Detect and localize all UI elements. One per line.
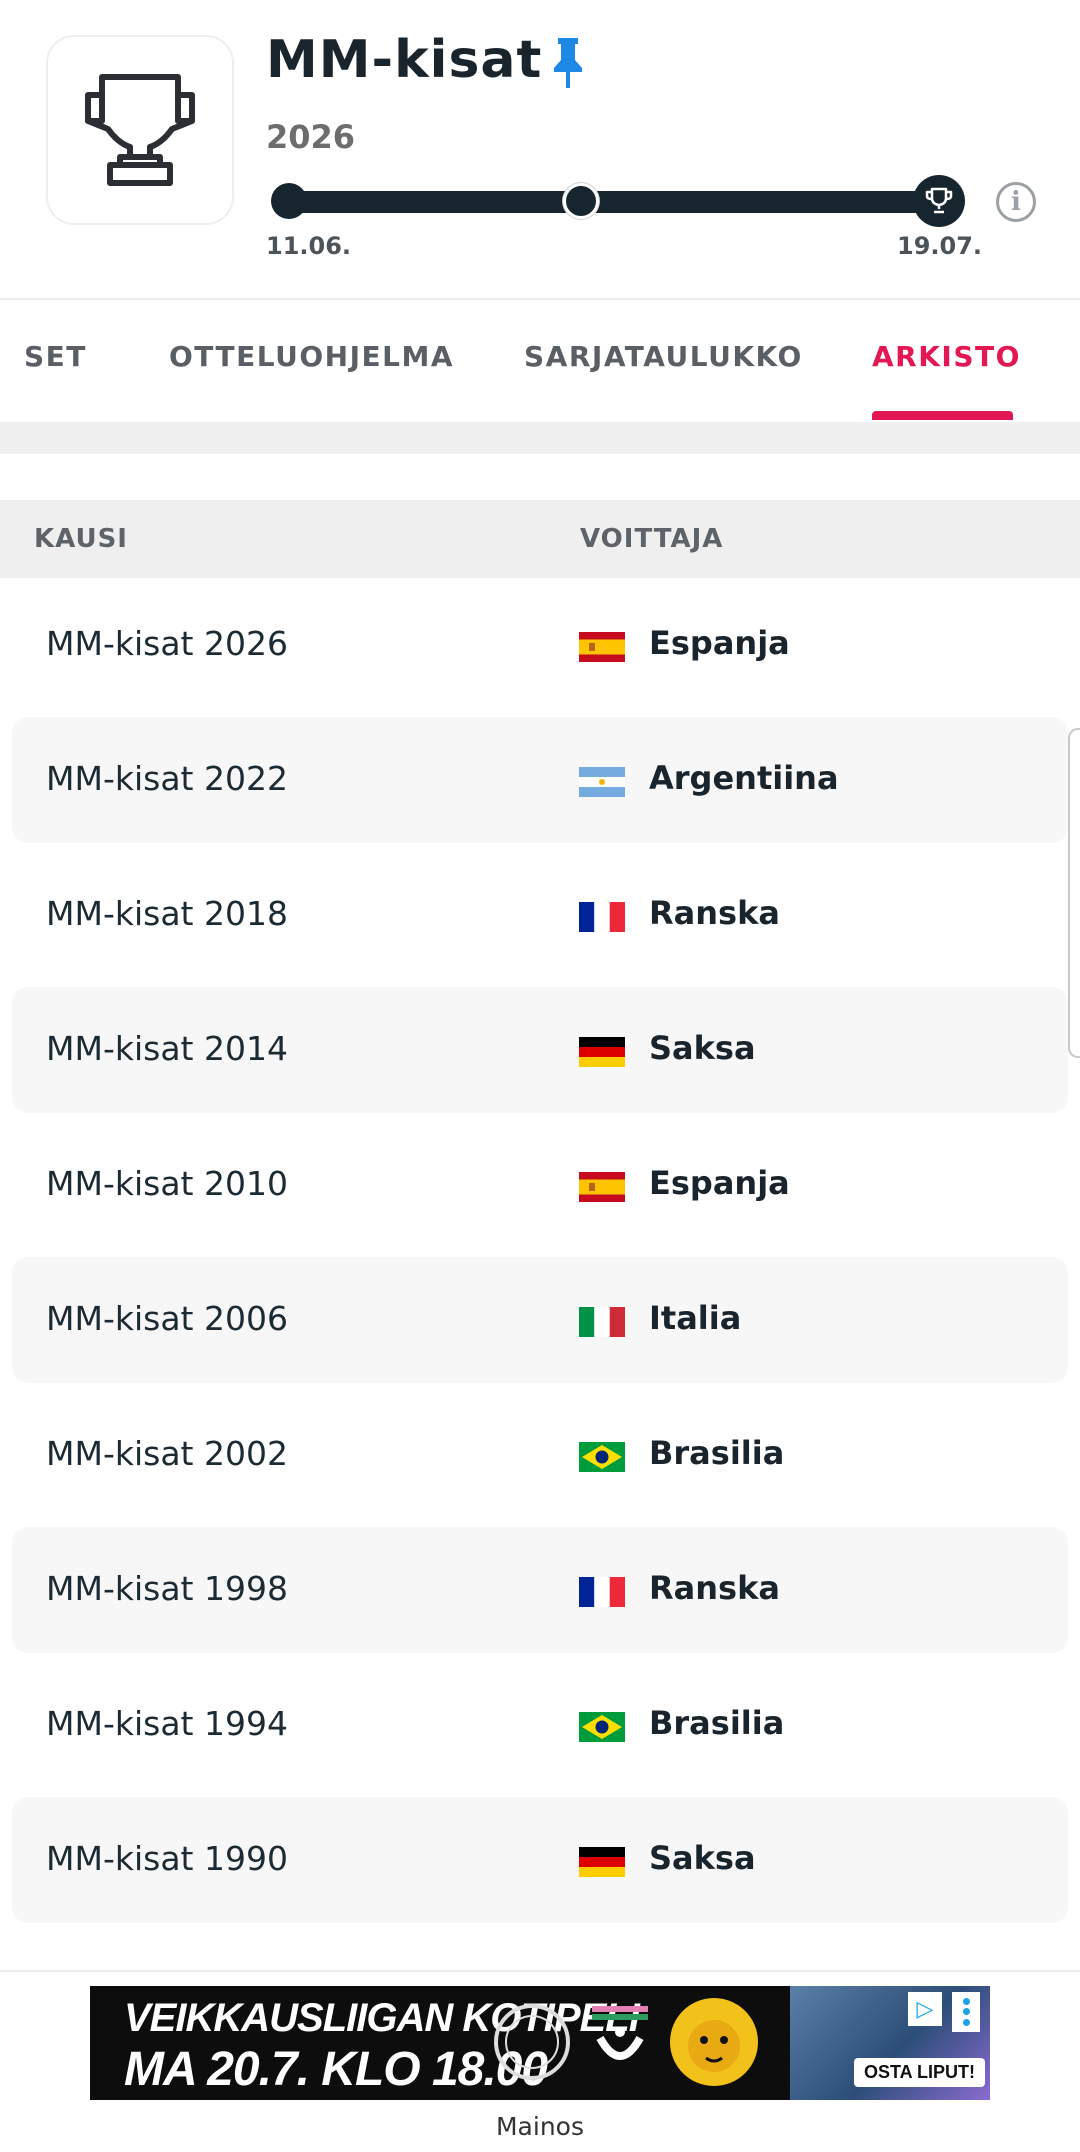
season-cell: MM-kisat 2002 [46, 1434, 288, 1473]
germany-flag-icon [579, 1847, 625, 1877]
france-flag-icon [579, 1577, 625, 1607]
table-row[interactable]: MM-kisat 1998 Ranska [12, 1527, 1068, 1653]
column-header-season: KAUSI [34, 524, 128, 554]
winner-cell: Italia [649, 1299, 742, 1337]
competition-logo [46, 35, 234, 225]
winner-cell: Brasilia [649, 1434, 785, 1472]
active-tab-indicator [872, 411, 1013, 420]
season-label: 2026 [266, 118, 356, 156]
season-cell: MM-kisat 1998 [46, 1569, 288, 1608]
info-icon[interactable]: i [996, 182, 1036, 222]
season-cell: MM-kisat 2010 [46, 1164, 288, 1203]
lion-mascot-icon [670, 1998, 758, 2086]
winner-cell: Ranska [649, 894, 780, 932]
trophy-icon [85, 74, 195, 186]
winner-cell: Saksa [649, 1839, 756, 1877]
start-date: 11.06. [266, 232, 352, 260]
season-cell: MM-kisat 2026 [46, 624, 288, 663]
ad-banner[interactable]: VEIKKAUSLIIGAN KOTIPELI MA 20.7. KLO 18.… [90, 1986, 990, 2100]
spain-flag-icon [579, 1172, 625, 1202]
brazil-flag-icon [579, 1442, 625, 1472]
ad-label: Mainos [495, 2112, 584, 2141]
competition-header: MM-kisat 2026 11.06. 19.07. i [0, 0, 1080, 300]
progress-current-node [563, 183, 599, 219]
progress-end-trophy-icon [913, 175, 965, 227]
winner-cell: Saksa [649, 1029, 756, 1067]
column-header-winner: VOITTAJA [580, 524, 724, 554]
season-cell: MM-kisat 1990 [46, 1839, 288, 1878]
argentina-flag-icon [579, 767, 625, 797]
progress-start-node [271, 183, 307, 219]
sponsor-logo-icon [592, 2006, 648, 2060]
tab-arkisto[interactable]: ARKISTO [872, 340, 1021, 373]
adchoices-icon[interactable]: ▷ [908, 1992, 942, 2026]
winner-cell: Espanja [649, 624, 790, 662]
table-row[interactable]: MM-kisat 2018 Ranska [12, 852, 1068, 978]
brazil-flag-icon [579, 1712, 625, 1742]
table-row[interactable]: MM-kisat 2022 Argentiina [12, 717, 1068, 843]
ad-separator [0, 1970, 1080, 1972]
season-progress-bar [288, 191, 928, 213]
table-row[interactable]: MM-kisat 2006 Italia [12, 1257, 1068, 1383]
winner-cell: Argentiina [649, 759, 839, 797]
scroll-indicator [1068, 728, 1080, 1058]
pin-icon[interactable] [548, 34, 588, 90]
table-row[interactable]: MM-kisat 2014 Saksa [12, 987, 1068, 1113]
italy-flag-icon [579, 1307, 625, 1337]
ad-cta-button[interactable]: OSTA LIPUT! [854, 2058, 985, 2087]
season-cell: MM-kisat 2006 [46, 1299, 288, 1338]
club-crest-icon [494, 2004, 570, 2080]
table-row[interactable]: MM-kisat 1994 Brasilia [12, 1662, 1068, 1788]
france-flag-icon [579, 902, 625, 932]
table-row[interactable]: MM-kisat 2010 Espanja [12, 1122, 1068, 1248]
tab-set[interactable]: SET [24, 340, 87, 373]
tab-otteluohjelma[interactable]: OTTELUOHJELMA [169, 340, 454, 373]
germany-flag-icon [579, 1037, 625, 1067]
winner-cell: Brasilia [649, 1704, 785, 1742]
table-row[interactable]: MM-kisat 1990 Saksa [12, 1797, 1068, 1923]
end-date: 19.07. [897, 232, 983, 260]
competition-title: MM-kisat [266, 30, 543, 90]
archive-table-header: KAUSI VOITTAJA [0, 500, 1080, 578]
season-cell: MM-kisat 1994 [46, 1704, 288, 1743]
tab-sarjataulukko[interactable]: SARJATAULUKKO [524, 340, 803, 373]
table-row[interactable]: MM-kisat 2002 Brasilia [12, 1392, 1068, 1518]
spain-flag-icon [579, 632, 625, 662]
ad-subheadline: MA 20.7. KLO 18.00 [124, 2043, 548, 2096]
table-row[interactable]: MM-kisat 2026 Espanja [12, 582, 1068, 708]
season-cell: MM-kisat 2018 [46, 894, 288, 933]
section-divider [0, 422, 1080, 454]
season-cell: MM-kisat 2022 [46, 759, 288, 798]
tab-bar: SET OTTELUOHJELMA SARJATAULUKKO ARKISTO [0, 300, 1080, 422]
ad-menu-icon[interactable] [952, 1992, 980, 2032]
winner-cell: Espanja [649, 1164, 790, 1202]
winner-cell: Ranska [649, 1569, 780, 1607]
season-cell: MM-kisat 2014 [46, 1029, 288, 1068]
